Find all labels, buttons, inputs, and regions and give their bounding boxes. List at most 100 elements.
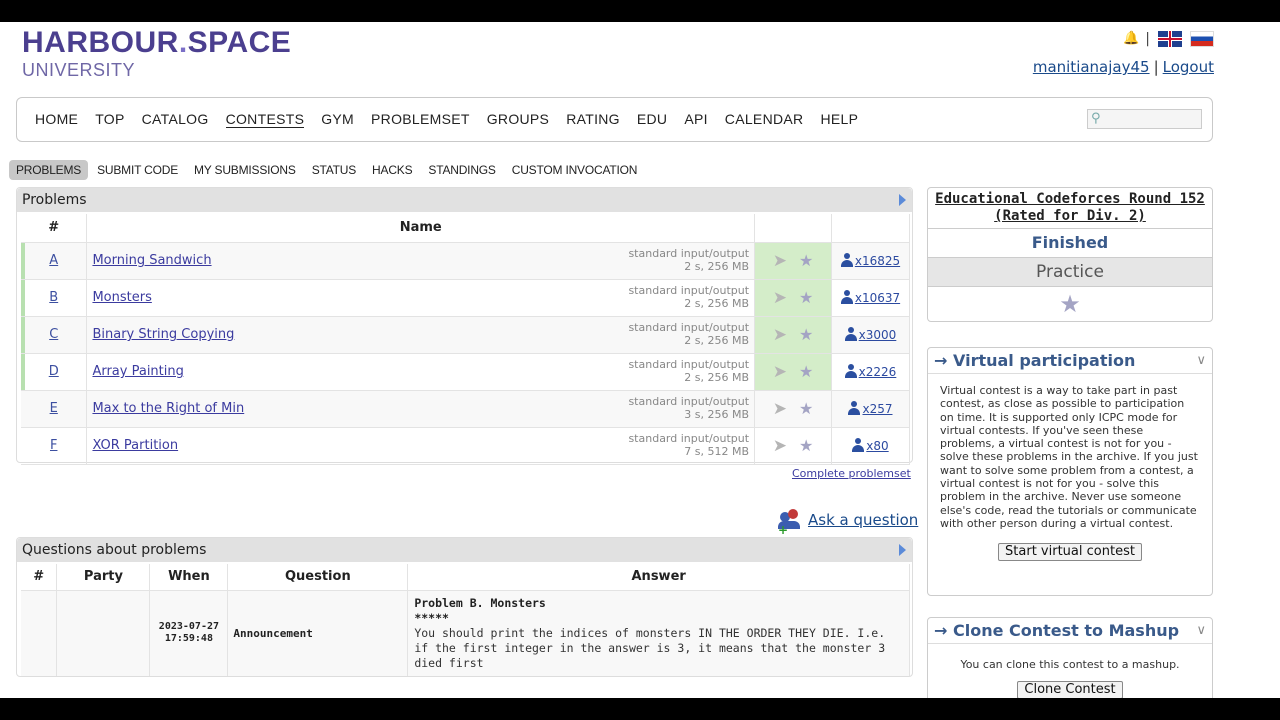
nav-item-help[interactable]: HELP: [820, 111, 858, 128]
notification-bell-icon[interactable]: 🔔: [1123, 32, 1139, 46]
nav-item-top[interactable]: TOP: [95, 111, 124, 128]
logo-text-harbour: HARBOUR: [22, 26, 179, 59]
favorite-star-icon[interactable]: ★: [799, 436, 813, 455]
tab-hacks[interactable]: HACKS: [365, 160, 419, 180]
nav-item-gym[interactable]: GYM: [321, 111, 354, 128]
english-flag-icon[interactable]: [1158, 31, 1182, 47]
problem-limits: standard input/output 2 s, 256 MB: [628, 247, 749, 273]
problem-index-link[interactable]: B: [49, 290, 58, 305]
complete-problemset-link[interactable]: Complete problemset: [792, 467, 911, 480]
questions-table: # Party When Question Answer 2023-07-27 1…: [21, 564, 910, 676]
problem-name-link[interactable]: Max to the Right of Min: [92, 401, 244, 416]
chevron-down-icon[interactable]: ∨: [1196, 348, 1206, 373]
problem-io: standard input/output: [628, 394, 750, 408]
problem-io: standard input/output: [628, 283, 750, 297]
logout-link[interactable]: Logout: [1163, 58, 1214, 76]
favorite-star-icon[interactable]: ★: [799, 251, 813, 270]
problem-index-link[interactable]: E: [50, 401, 58, 416]
clone-contest-button[interactable]: Clone Contest: [1017, 681, 1123, 698]
when-date: 2023-07-27: [158, 621, 220, 632]
submit-icon[interactable]: ➤: [773, 325, 787, 345]
favorite-star-icon[interactable]: ★: [928, 287, 1212, 321]
favorite-star-icon[interactable]: ★: [799, 362, 813, 381]
problem-name-link[interactable]: XOR Partition: [92, 438, 178, 453]
tab-standings[interactable]: STANDINGS: [421, 160, 502, 180]
problem-index-cell: D: [21, 353, 88, 391]
solved-count-link[interactable]: x3000: [859, 328, 897, 342]
problem-limits: standard input/output 2 s, 256 MB: [628, 284, 749, 310]
site-logo[interactable]: HARBOUR.SPACE UNIVERSITY: [22, 28, 291, 81]
accepted-marker: [21, 242, 25, 279]
ask-question-icon: +: [778, 509, 802, 537]
tab-my-submissions[interactable]: MY SUBMISSIONS: [187, 160, 303, 180]
questions-box: Questions about problems # Party When Qu…: [16, 537, 913, 677]
problem-index-link[interactable]: C: [49, 327, 58, 342]
problem-actions: ➤ ★: [754, 390, 832, 428]
problem-name-link[interactable]: Array Painting: [92, 364, 183, 379]
problem-actions: ➤ ★: [754, 279, 832, 317]
accepted-marker: [21, 353, 25, 390]
nav-item-groups[interactable]: GROUPS: [487, 111, 549, 128]
submit-icon[interactable]: ➤: [773, 436, 787, 456]
problem-name-cell: Binary String Copying standard input/outp…: [86, 316, 756, 354]
solved-count-link[interactable]: x257: [862, 402, 892, 416]
problems-title: Problems: [22, 192, 87, 208]
ask-question-link[interactable]: Ask a question: [808, 511, 918, 529]
nav-item-catalog[interactable]: CATALOG: [142, 111, 209, 128]
search-input[interactable]: ⚲: [1087, 109, 1202, 129]
favorite-star-icon[interactable]: ★: [799, 288, 813, 307]
solved-count-link[interactable]: x80: [866, 439, 888, 453]
problem-solved-cell: x257: [831, 390, 911, 428]
submit-icon[interactable]: ➤: [773, 251, 787, 271]
nav-item-calendar[interactable]: CALENDAR: [725, 111, 804, 128]
user-icon: [848, 400, 861, 415]
favorite-star-icon[interactable]: ★: [799, 399, 813, 418]
col-when: When: [149, 564, 229, 591]
problem-limits: standard input/output 2 s, 256 MB: [628, 358, 749, 384]
col-index: #: [21, 564, 58, 591]
expand-arrow-icon[interactable]: [899, 544, 906, 556]
submit-icon[interactable]: ➤: [773, 399, 787, 419]
problem-solved-cell: x2226: [831, 353, 911, 391]
start-virtual-contest-button[interactable]: Start virtual contest: [998, 543, 1142, 561]
problem-name-link[interactable]: Morning Sandwich: [92, 253, 211, 268]
nav-item-contests[interactable]: CONTESTS: [225, 111, 305, 128]
username-link[interactable]: manitianajay45: [1033, 58, 1150, 76]
problem-name-link[interactable]: Binary String Copying: [92, 327, 234, 342]
tab-status[interactable]: STATUS: [305, 160, 363, 180]
nav-item-edu[interactable]: EDU: [637, 111, 667, 128]
answer-text: You should print the indices of monsters…: [414, 625, 886, 670]
col-name: Name: [86, 214, 756, 243]
nav-item-api[interactable]: API: [684, 111, 707, 128]
favorite-star-icon[interactable]: ★: [799, 325, 813, 344]
expand-arrow-icon[interactable]: [899, 194, 906, 206]
contest-name-link[interactable]: Educational Codeforces Round 152 (Rated …: [928, 188, 1212, 229]
nav-item-problemset[interactable]: PROBLEMSET: [371, 111, 470, 128]
russian-flag-icon[interactable]: [1190, 31, 1214, 47]
problem-index-cell: B: [21, 279, 88, 317]
tab-custom-invocation[interactable]: CUSTOM INVOCATION: [505, 160, 645, 180]
problem-limits: standard input/output 3 s, 256 MB: [628, 395, 749, 421]
virtual-participation-box: → Virtual participation ∨ Virtual contest…: [927, 347, 1213, 596]
tab-problems[interactable]: PROBLEMS: [9, 160, 89, 180]
problem-index-link[interactable]: F: [50, 438, 57, 453]
tab-submit-code[interactable]: SUBMIT CODE: [90, 160, 185, 180]
nav-item-rating[interactable]: RATING: [566, 111, 620, 128]
chevron-down-icon[interactable]: ∨: [1196, 618, 1206, 643]
problem-index-link[interactable]: D: [49, 364, 59, 379]
nav-item-home[interactable]: HOME: [35, 111, 78, 128]
submit-icon[interactable]: ➤: [773, 362, 787, 382]
problem-name-link[interactable]: Monsters: [92, 290, 151, 305]
problem-index-link[interactable]: A: [49, 253, 58, 268]
problem-row: F XOR Partition standard input/output 7 s, …: [21, 427, 911, 465]
problem-limits: standard input/output 2 s, 256 MB: [628, 321, 749, 347]
problem-time-memory: 2 s, 256 MB: [684, 259, 750, 273]
solved-count-link[interactable]: x10637: [855, 291, 900, 305]
submit-icon[interactable]: ➤: [773, 288, 787, 308]
solved-count-link[interactable]: x16825: [855, 254, 900, 268]
answer-stars: *****: [414, 610, 449, 625]
problem-index-cell: C: [21, 316, 88, 354]
ask-question[interactable]: + Ask a question: [778, 509, 918, 537]
answer-cell: Problem B. Monsters ***** You should pri…: [407, 590, 910, 676]
solved-count-link[interactable]: x2226: [859, 365, 897, 379]
